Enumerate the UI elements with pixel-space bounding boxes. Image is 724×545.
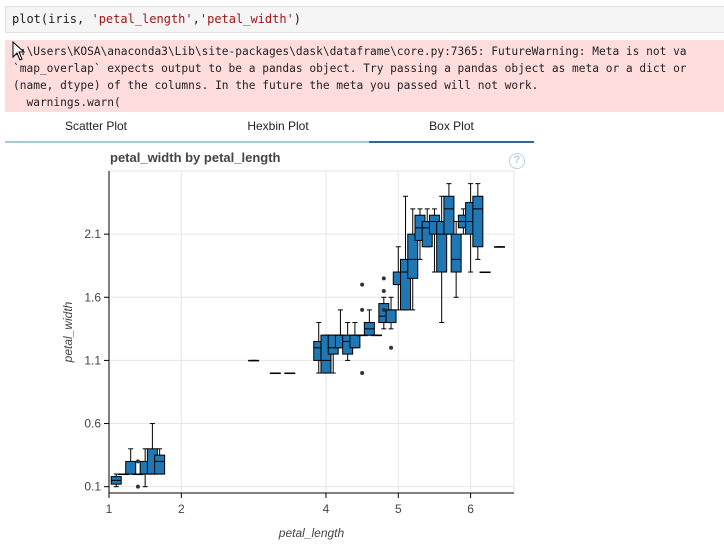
- box: [472, 195, 484, 248]
- x-tick-label: 4: [323, 502, 330, 516]
- y-tick-label: 2.1: [84, 227, 101, 241]
- box: [125, 460, 137, 475]
- box-outlier: [360, 282, 365, 287]
- x-tick-label: 1: [106, 502, 113, 516]
- box-outlier: [135, 459, 140, 464]
- box: [443, 195, 455, 235]
- y-tick-label: 0.1: [84, 480, 101, 494]
- box: [385, 309, 397, 324]
- box-outlier: [381, 276, 386, 281]
- box-outlier: [389, 345, 394, 350]
- y-tick-label: 0.6: [84, 417, 101, 431]
- box-outlier: [360, 371, 365, 376]
- y-axis-label: petal_width: [61, 301, 75, 363]
- x-tick-label: 6: [467, 502, 474, 516]
- box-outlier: [360, 307, 365, 312]
- box: [516, 228, 526, 241]
- box-outlier: [381, 288, 386, 293]
- box-outlier: [381, 307, 386, 312]
- box-plot-chart: 0.1 0.6 1.1 1.6 2.1 1 2 4 5 6 petal_length petal_wi…: [61, 170, 533, 540]
- box: [154, 454, 166, 475]
- y-tick-label: 1.1: [84, 353, 101, 367]
- x-tick-label: 2: [178, 502, 185, 516]
- box-outlier: [135, 484, 140, 489]
- x-tick-label: 5: [395, 502, 402, 516]
- x-axis-label: petal_length: [278, 526, 345, 540]
- box: [349, 334, 361, 349]
- box: [523, 209, 533, 210]
- box: [450, 233, 462, 273]
- y-tick-label: 1.6: [84, 290, 101, 304]
